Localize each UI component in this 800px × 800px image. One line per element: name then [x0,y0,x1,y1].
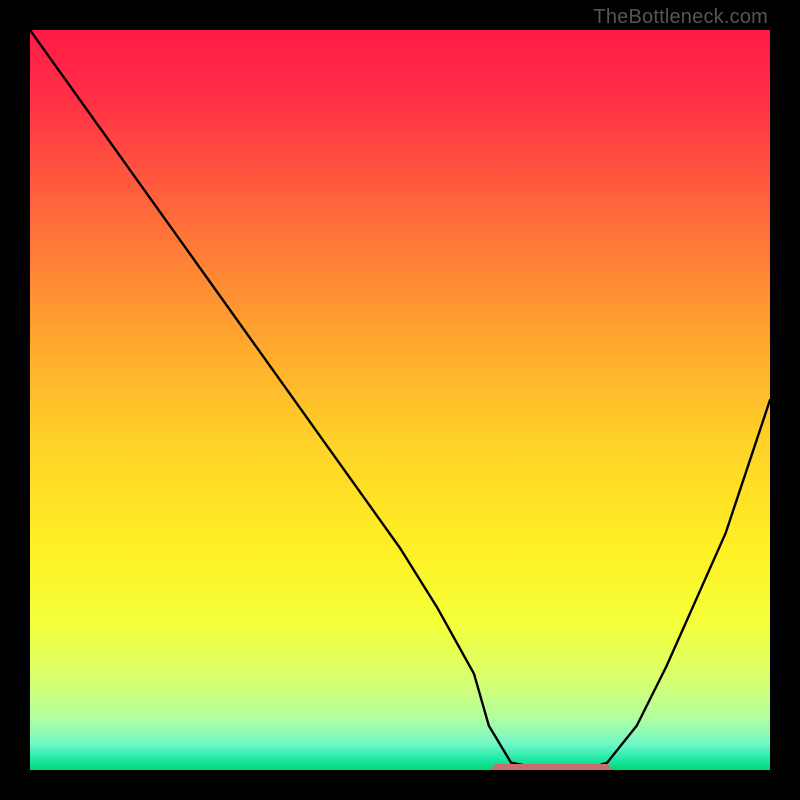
chart-frame: TheBottleneck.com [0,0,800,800]
watermark-text: TheBottleneck.com [593,6,768,29]
bottleneck-curve [30,30,770,770]
plot-area [30,30,770,770]
optimal-range-marker [492,764,611,770]
